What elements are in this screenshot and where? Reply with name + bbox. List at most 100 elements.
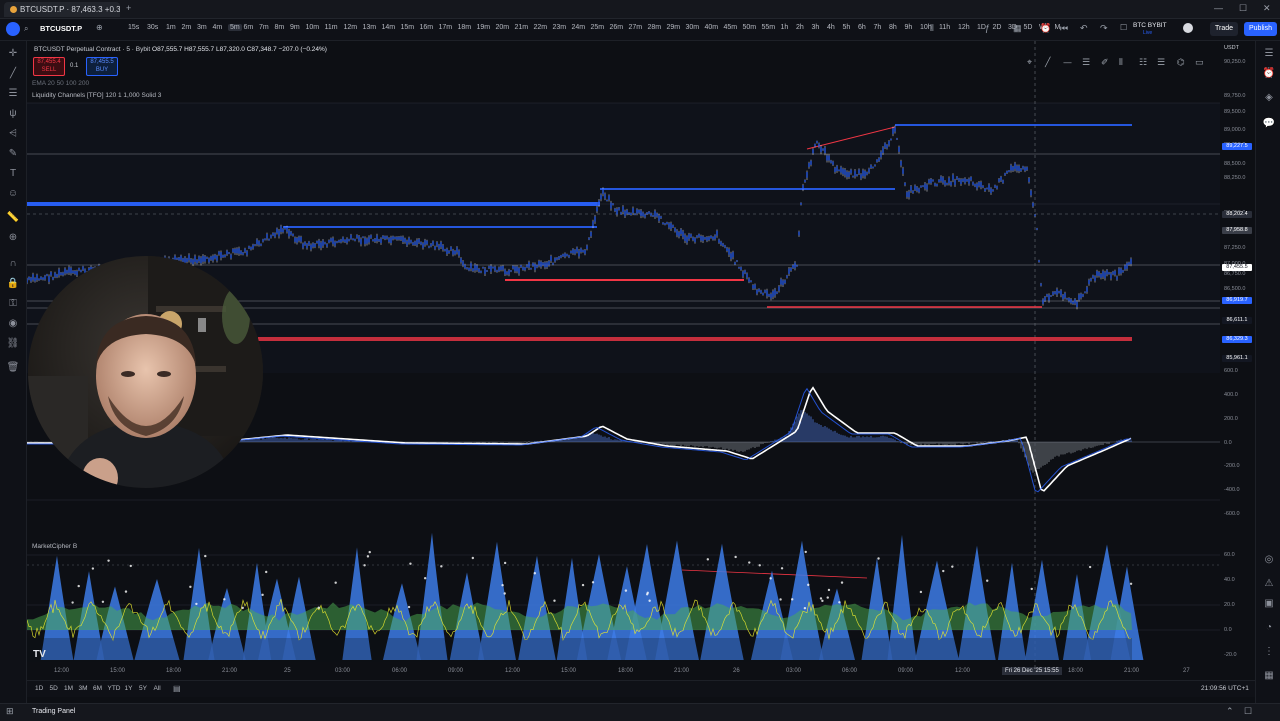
undo-icon[interactable]: ↶: [1080, 23, 1088, 34]
text-icon[interactable]: T: [6, 167, 20, 181]
ideas-icon[interactable]: ⚠: [1262, 577, 1276, 591]
candle-type-icon[interactable]: ⫴: [930, 23, 934, 34]
timeframe-19m[interactable]: 19m: [477, 24, 491, 31]
timeframe-26m[interactable]: 26m: [610, 24, 624, 31]
marketcipher-legend[interactable]: MarketCipher B: [32, 543, 77, 550]
settings-icon[interactable]: [1183, 23, 1193, 33]
alerts-icon[interactable]: ⏰: [1262, 67, 1276, 81]
timeframe-17m[interactable]: 17m: [439, 24, 453, 31]
chart-tool-icon[interactable]: ╱: [1044, 56, 1051, 68]
object-tree-icon[interactable]: ◈: [1262, 91, 1276, 105]
range-3m[interactable]: 3M: [79, 685, 88, 692]
lock-icon[interactable]: 🔒: [6, 277, 20, 291]
alert-icon[interactable]: ⏰: [1040, 23, 1051, 34]
range-6m[interactable]: 6M: [93, 685, 102, 692]
range-ytd[interactable]: YTD: [108, 685, 121, 692]
panel-maximize-icon[interactable]: ☐: [1244, 706, 1252, 717]
chart-tool-icon[interactable]: ⫴: [1119, 58, 1123, 68]
trendline-icon[interactable]: ╱: [6, 67, 20, 81]
currency-label[interactable]: USDT: [1224, 45, 1239, 51]
timeframe-12h[interactable]: 12h: [958, 24, 970, 31]
chart-tool-icon[interactable]: ☷: [1139, 58, 1147, 68]
search-icon[interactable]: ⌕: [24, 24, 28, 34]
timeframe-3m[interactable]: 3m: [197, 24, 207, 31]
timeframe-5D[interactable]: 5D: [1024, 24, 1033, 31]
timeframe-4m[interactable]: 4m: [213, 24, 223, 31]
timeframe-55m[interactable]: 55m: [762, 24, 776, 31]
timeframe-9m[interactable]: 9m: [290, 24, 300, 31]
timeframe-30s[interactable]: 30s: [147, 24, 158, 31]
timeframe-7h[interactable]: 7h: [874, 24, 882, 31]
grid-icon[interactable]: ▦: [1262, 669, 1276, 683]
timeframe-2m[interactable]: 2m: [182, 24, 192, 31]
timeframe-20m[interactable]: 20m: [496, 24, 510, 31]
sell-button[interactable]: 87,455.4 SELL: [33, 57, 65, 76]
panel-collapse-icon[interactable]: ⌃: [1226, 706, 1234, 717]
price-axis[interactable]: USDT 90,250.0 89,750.0 89,500.0 89,000.0 88,…: [1220, 41, 1254, 679]
calendar-icon[interactable]: ▣: [1262, 597, 1276, 611]
timeframe-11h[interactable]: 11h: [939, 24, 950, 31]
symbol-legend[interactable]: BTCUSDT Perpetual Contract · 5 · Bybit O…: [34, 46, 327, 53]
lock-drawings-icon[interactable]: ⚿: [6, 297, 20, 311]
symbol-search[interactable]: BTCUSDT.P: [40, 24, 82, 33]
timeframe-13m[interactable]: 13m: [363, 24, 377, 31]
eye-icon[interactable]: ◉: [6, 317, 20, 331]
date-range-icon[interactable]: ▤: [173, 684, 181, 693]
compare-symbol-icon[interactable]: ⊕: [96, 23, 103, 32]
timeframe-18m[interactable]: 18m: [458, 24, 472, 31]
pattern-icon[interactable]: ⩤: [6, 127, 20, 141]
browser-tab[interactable]: BTCUSDT.P · 87,463.3 +0.33%: [4, 2, 120, 17]
range-1y[interactable]: 1Y: [125, 685, 133, 692]
timeframe-4h[interactable]: 4h: [827, 24, 835, 31]
chart-tool-icon[interactable]: ☰: [1082, 58, 1090, 68]
ruler-icon[interactable]: 📏: [6, 211, 20, 225]
trade-button[interactable]: Trade: [1210, 22, 1239, 36]
maximize-icon[interactable]: ☐: [1239, 3, 1247, 14]
chart-tool-icon[interactable]: ▭: [1195, 58, 1204, 68]
watchlist-icon[interactable]: ☰: [1262, 47, 1276, 61]
timeframe-5h[interactable]: 5h: [843, 24, 851, 31]
minimize-icon[interactable]: —: [1214, 3, 1223, 13]
fib-icon[interactable]: ☰: [6, 87, 20, 101]
timeframe-16m[interactable]: 16m: [420, 24, 434, 31]
redo-icon[interactable]: ↷: [1100, 23, 1108, 34]
trading-panel-tab[interactable]: Trading Panel: [32, 708, 75, 715]
range-5d[interactable]: 5D: [50, 685, 58, 692]
timeframe-8h[interactable]: 8h: [889, 24, 897, 31]
timeframe-7m[interactable]: 7m: [259, 24, 269, 31]
timeframe-28m[interactable]: 28m: [648, 24, 662, 31]
magnet-icon[interactable]: ∩: [6, 257, 20, 271]
timeframe-1m[interactable]: 1m: [166, 24, 176, 31]
pitchfork-icon[interactable]: ψ: [6, 107, 20, 121]
range-all[interactable]: All: [154, 685, 161, 692]
publish-button[interactable]: Publish: [1244, 22, 1277, 36]
clock-label[interactable]: 21:09:56 UTC+1: [1201, 685, 1249, 692]
crosshair-icon[interactable]: ✛: [6, 47, 20, 61]
timeframe-3h[interactable]: 3h: [812, 24, 820, 31]
brush-icon[interactable]: ✎: [6, 147, 20, 161]
user-avatar-icon[interactable]: [6, 22, 20, 36]
timeframe-5m[interactable]: 5m: [228, 24, 242, 31]
notifications-icon[interactable]: ◔: [1262, 621, 1276, 635]
timeframe-21m[interactable]: 21m: [515, 24, 529, 31]
layout-icon[interactable]: ▦: [1013, 23, 1022, 34]
timeframe-2h[interactable]: 2h: [796, 24, 804, 31]
help-icon[interactable]: ◎: [1262, 553, 1276, 567]
zoom-icon[interactable]: ⊕: [6, 231, 20, 245]
replay-icon[interactable]: ⏮: [1060, 23, 1068, 34]
timeframe-2D[interactable]: 2D: [993, 24, 1002, 31]
timeframe-15s[interactable]: 15s: [128, 24, 139, 31]
timeframe-9h[interactable]: 9h: [905, 24, 913, 31]
buy-button[interactable]: 87,455.5 BUY: [86, 57, 118, 76]
range-5y[interactable]: 5Y: [139, 685, 147, 692]
smile-icon[interactable]: ☺: [6, 187, 20, 201]
timeframe-25m[interactable]: 25m: [591, 24, 605, 31]
menu-icon[interactable]: ⋮: [1262, 645, 1276, 659]
timeframe-29m[interactable]: 29m: [667, 24, 681, 31]
timeframe-40m[interactable]: 40m: [705, 24, 719, 31]
indicators-icon[interactable]: ƒ: [985, 23, 990, 33]
chart-tool-icon[interactable]: —: [1063, 58, 1072, 68]
timeframe-8m[interactable]: 8m: [275, 24, 285, 31]
chart-tool-icon[interactable]: ✐: [1101, 58, 1109, 68]
timeframe-14m[interactable]: 14m: [382, 24, 396, 31]
